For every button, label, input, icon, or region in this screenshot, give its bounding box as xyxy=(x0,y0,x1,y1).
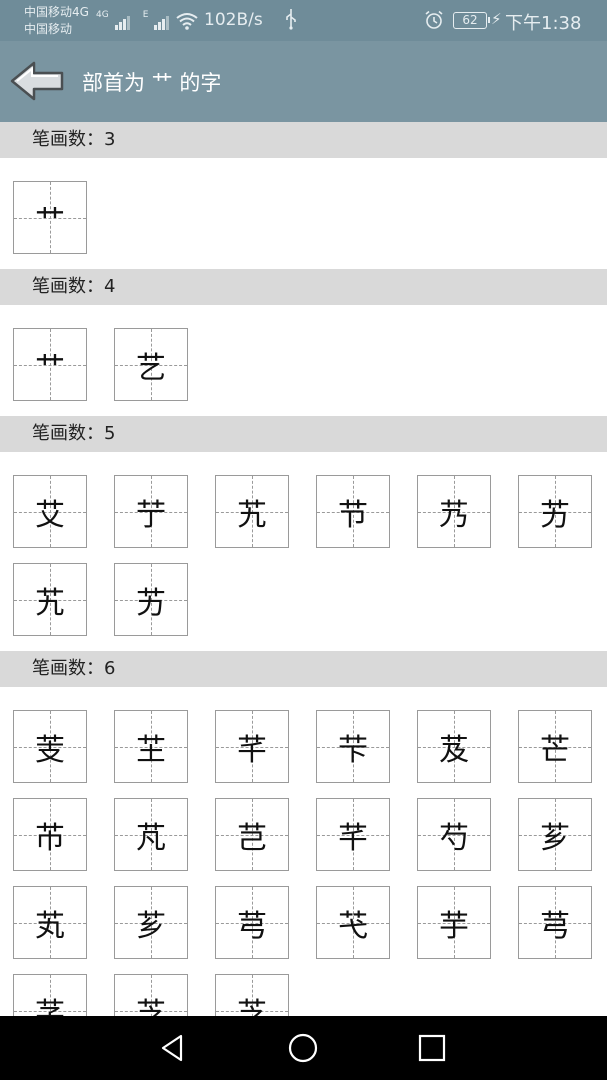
network-type-4g: 4G xyxy=(96,10,109,20)
char-glyph: 芎 xyxy=(540,908,570,944)
char-glyph: 芝 xyxy=(136,996,166,1017)
char-cell[interactable]: 艻 xyxy=(114,563,188,636)
section-header-6: 笔画数：6 xyxy=(0,651,607,687)
wifi-icon xyxy=(176,13,199,30)
clock: 下午1:38 xyxy=(505,13,582,34)
char-cell[interactable]: 艾 xyxy=(13,475,87,548)
char-cell[interactable]: 艹 xyxy=(13,328,87,401)
char-cell[interactable]: 芊 xyxy=(215,710,289,783)
charging-icon: ⚡ xyxy=(491,10,502,28)
back-button[interactable] xyxy=(8,59,68,103)
char-glyph: 芝 xyxy=(237,996,267,1017)
char-cell[interactable]: 艻 xyxy=(518,475,592,548)
section-header-3: 笔画数：3 xyxy=(0,122,607,158)
char-cell[interactable]: 芏 xyxy=(114,710,188,783)
char-cell[interactable]: 芊 xyxy=(316,798,390,871)
char-cell[interactable]: 芋 xyxy=(417,886,491,959)
char-cell[interactable]: 艼 xyxy=(114,475,188,548)
char-glyph: 艼 xyxy=(136,497,166,533)
char-cell[interactable]: 芒 xyxy=(518,710,592,783)
char-glyph: 艾 xyxy=(35,497,65,533)
char-cell[interactable]: 艽 xyxy=(215,475,289,548)
char-glyph: 芍 xyxy=(439,820,469,856)
signal-strength-2-icon xyxy=(154,11,170,30)
section-header-5: 笔画数：5 xyxy=(0,416,607,452)
page-title: 部首为 艹 的字 xyxy=(82,71,222,95)
carrier-line-1: 中国移动4G xyxy=(24,5,89,19)
char-glyph: 芋 xyxy=(439,908,469,944)
char-cell[interactable]: 芅 xyxy=(316,886,390,959)
char-list[interactable]: 笔画数：3 艹 笔画数：4 艹 艺 笔画数：5 艾 艼 艽 节 艿 艻 艽 艻 … xyxy=(0,122,607,1016)
section-header-4: 笔画数：4 xyxy=(0,269,607,305)
char-glyph: 艹 xyxy=(35,204,65,239)
char-cell[interactable]: 芑 xyxy=(215,798,289,871)
alarm-icon xyxy=(425,10,443,29)
char-cell[interactable]: 芐 xyxy=(316,710,390,783)
nav-home-icon[interactable] xyxy=(287,1032,319,1064)
char-glyph: 艻 xyxy=(136,585,166,621)
char-glyph: 艻 xyxy=(540,497,570,533)
char-glyph: 芗 xyxy=(136,908,166,944)
char-cell[interactable]: 芨 xyxy=(417,710,491,783)
app-bar: 部首为 艹 的字 xyxy=(0,41,607,122)
char-glyph: 节 xyxy=(338,497,368,533)
system-nav-bar xyxy=(0,1016,607,1080)
char-glyph: 芗 xyxy=(540,820,570,856)
char-glyph: 艺 xyxy=(136,350,166,386)
char-glyph: 芇 xyxy=(35,820,65,856)
char-cell[interactable]: 节 xyxy=(316,475,390,548)
nav-recents-icon[interactable] xyxy=(416,1032,448,1064)
char-cell[interactable]: 艹 xyxy=(13,181,87,254)
char-glyph: 芄 xyxy=(35,908,65,944)
char-glyph: 芓 xyxy=(35,996,65,1017)
char-glyph: 芑 xyxy=(237,820,267,856)
char-glyph: 芒 xyxy=(540,732,570,768)
char-glyph: 艽 xyxy=(237,497,267,533)
carrier-line-2: 中国移动 xyxy=(24,22,73,36)
char-glyph: 艽 xyxy=(35,585,65,621)
char-cell[interactable]: 芝 xyxy=(114,974,188,1016)
char-cell[interactable]: 芄 xyxy=(13,886,87,959)
carrier-info: 中国移动4G 中国移动 xyxy=(24,4,89,38)
char-glyph: 芊 xyxy=(237,732,267,768)
signal-icons: 4G E xyxy=(96,10,199,30)
battery-icon: 62 xyxy=(453,12,490,29)
char-glyph: 芅 xyxy=(338,908,368,944)
status-bar: 中国移动4G 中国移动 4G E 102B/s 62 ⚡ 下午1:38 xyxy=(0,0,607,41)
nav-back-icon[interactable] xyxy=(157,1032,189,1064)
char-glyph: 芊 xyxy=(338,820,368,856)
char-glyph: 芏 xyxy=(136,732,166,768)
char-cell[interactable]: 芇 xyxy=(13,798,87,871)
back-arrow-icon xyxy=(10,61,64,101)
signal-strength-icon xyxy=(114,11,131,30)
char-glyph: 芐 xyxy=(338,732,368,768)
char-cell[interactable]: 艺 xyxy=(114,328,188,401)
char-cell[interactable]: 芃 xyxy=(114,798,188,871)
network-type-e: E xyxy=(142,10,149,20)
usb-icon xyxy=(286,9,296,30)
char-glyph: 芎 xyxy=(237,908,267,944)
char-cell[interactable]: 芝 xyxy=(215,974,289,1016)
char-glyph: 芨 xyxy=(439,732,469,768)
char-glyph: 芃 xyxy=(136,820,166,856)
char-cell[interactable]: 芎 xyxy=(518,886,592,959)
char-glyph: 艹 xyxy=(35,351,65,386)
char-cell[interactable]: 芎 xyxy=(215,886,289,959)
char-cell[interactable]: 艽 xyxy=(13,563,87,636)
char-cell[interactable]: 芗 xyxy=(518,798,592,871)
char-cell[interactable]: 芓 xyxy=(13,974,87,1016)
char-cell[interactable]: 芍 xyxy=(417,798,491,871)
char-cell[interactable]: 芰 xyxy=(13,710,87,783)
char-glyph: 芰 xyxy=(35,732,65,768)
char-glyph: 艿 xyxy=(439,497,469,533)
char-cell[interactable]: 芗 xyxy=(114,886,188,959)
net-speed: 102B/s xyxy=(204,10,263,30)
char-cell[interactable]: 艿 xyxy=(417,475,491,548)
